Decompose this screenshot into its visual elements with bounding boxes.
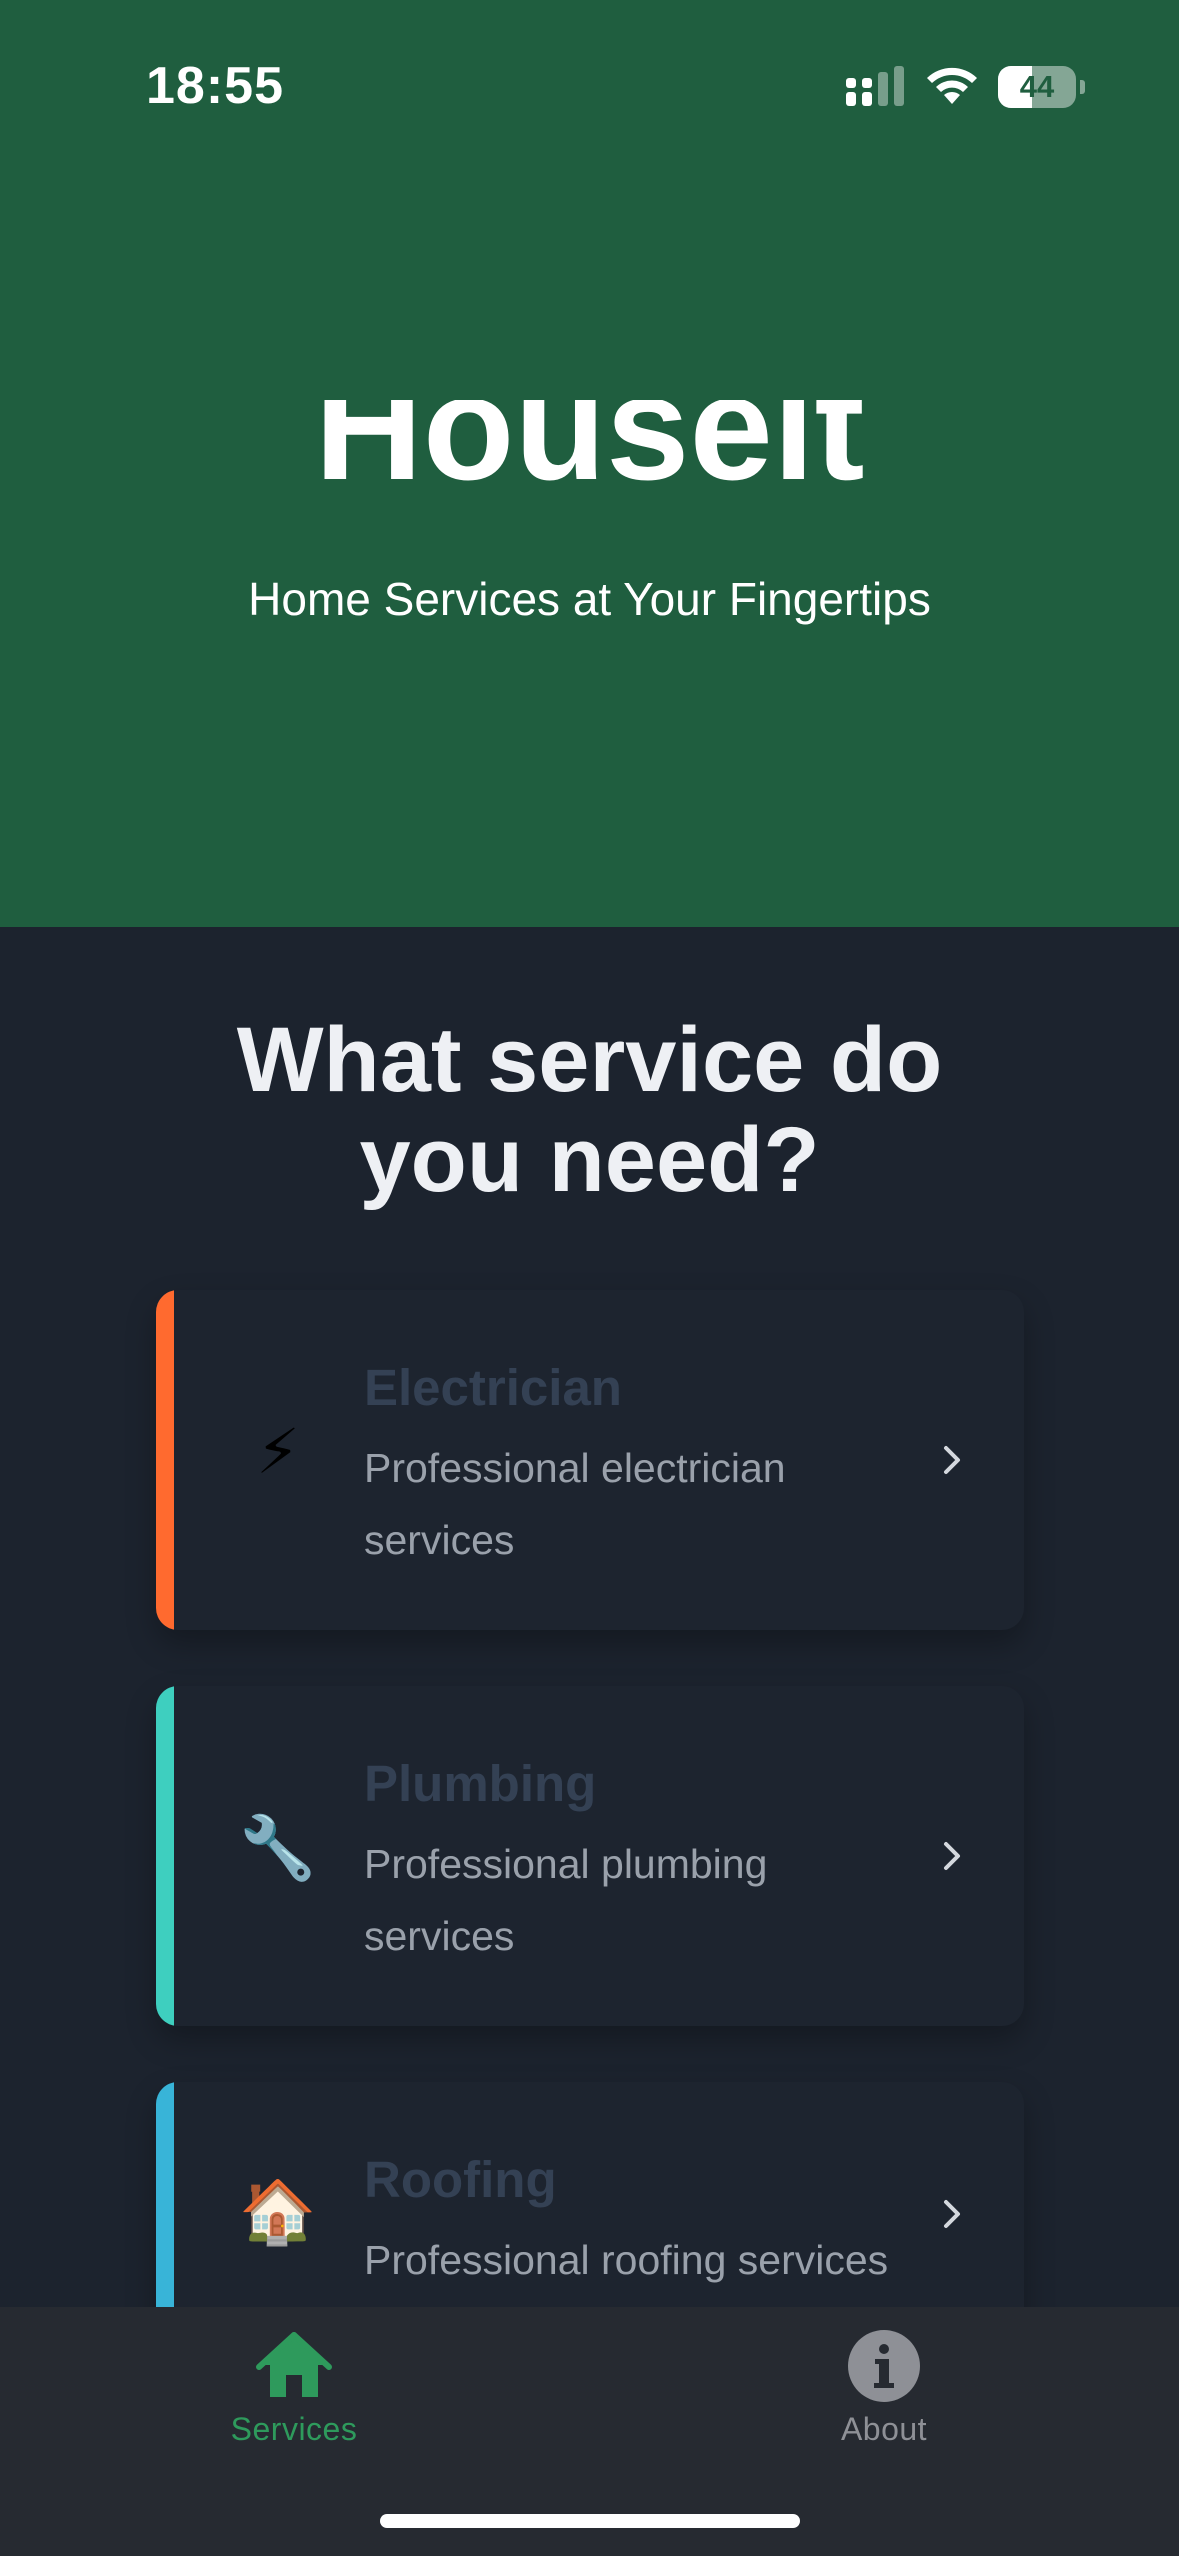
chevron-right-icon	[944, 1446, 960, 1474]
service-card-plumbing[interactable]: 🔧 Plumbing Professional plumbing service…	[156, 1686, 1024, 2026]
app-title-clip: Houseit	[0, 400, 1179, 518]
service-description: Professional plumbing services	[364, 1841, 768, 1959]
app-tagline: Home Services at Your Fingertips	[248, 573, 931, 625]
home-icon	[256, 2332, 332, 2397]
battery-indicator: 44	[998, 66, 1085, 108]
service-title: Plumbing	[364, 1755, 597, 1812]
status-time: 18:55	[146, 57, 284, 115]
wrench-icon: 🔧	[239, 1814, 317, 1883]
battery-body: 44	[998, 66, 1076, 108]
service-title: Electrician	[364, 1359, 622, 1416]
service-description: Professional roofing services	[364, 2237, 889, 2283]
lightning-icon: ⚡	[256, 1418, 300, 1487]
hero-header: 18:55 44 Home Services at Your Fingertip…	[0, 0, 1179, 927]
chevron-right-icon	[944, 1842, 960, 1870]
tab-label: About	[840, 2411, 928, 2447]
card-accent-bar	[156, 1290, 174, 1630]
chevron-right-icon	[944, 2200, 960, 2228]
tab-services[interactable]: Services	[174, 2327, 414, 2467]
battery-percent: 44	[1019, 69, 1055, 104]
battery-tip	[1080, 80, 1085, 94]
info-icon	[848, 2330, 920, 2402]
tab-about[interactable]: About	[764, 2327, 1004, 2467]
house-icon: 🏠	[239, 2178, 317, 2247]
tab-label: Services	[230, 2411, 358, 2447]
service-description: Professional electrician services	[364, 1445, 786, 1563]
app-screen: 18:55 44 Home Services at Your Fingertip…	[0, 0, 1179, 2556]
app-title: Houseit	[0, 400, 1179, 482]
home-indicator	[380, 2514, 800, 2528]
service-title: Roofing	[364, 2151, 557, 2208]
section-heading: What service do you need?	[236, 1009, 943, 1211]
service-card-electrician[interactable]: ⚡ Electrician Professional electrician s…	[156, 1290, 1024, 1630]
cellular-signal-icon	[846, 66, 904, 106]
status-bar: 18:55 44	[0, 0, 1179, 150]
wifi-icon	[927, 67, 977, 104]
card-accent-bar	[156, 1686, 174, 2026]
